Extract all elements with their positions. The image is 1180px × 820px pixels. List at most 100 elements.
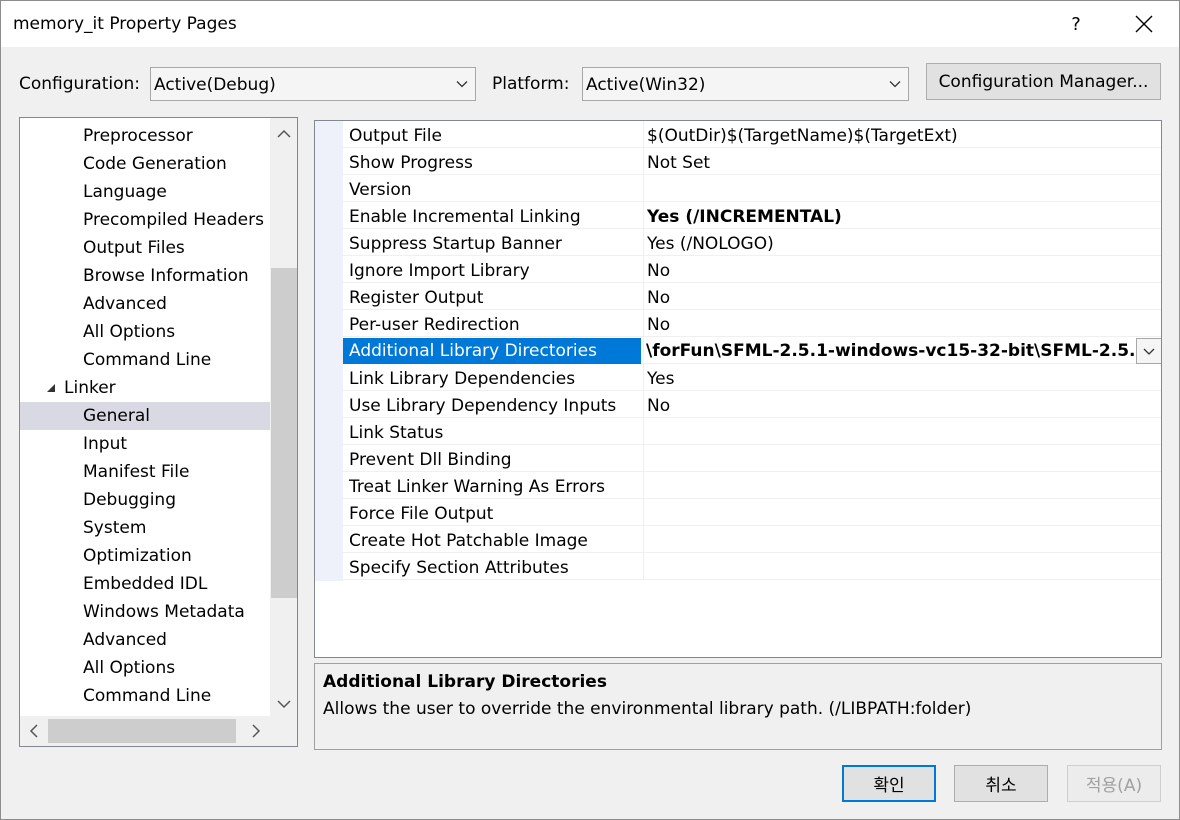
chevron-down-icon (889, 81, 901, 88)
horizontal-scroll-thumb[interactable] (48, 719, 236, 743)
property-row[interactable]: Register Output No (343, 283, 1161, 310)
property-row[interactable]: Create Hot Patchable Image (343, 526, 1161, 553)
configuration-manager-button[interactable]: Configuration Manager... (926, 63, 1161, 100)
property-row[interactable]: Use Library Dependency Inputs No (343, 391, 1161, 418)
cancel-button[interactable]: 취소 (954, 765, 1048, 802)
scroll-right-icon[interactable] (246, 721, 266, 741)
property-name: Enable Incremental Linking (349, 207, 581, 227)
tree-item[interactable]: Debugging (20, 486, 270, 514)
property-value-cell[interactable]: No (643, 283, 1161, 310)
property-value-cell[interactable]: Yes (/INCREMENTAL) (643, 202, 1161, 229)
tree-item-label: Command Line (83, 350, 212, 370)
help-button[interactable]: ? (1053, 1, 1099, 47)
tree-item[interactable]: Output Files (20, 234, 270, 262)
tree-item[interactable]: Precompiled Headers (20, 206, 270, 234)
property-value-cell[interactable] (643, 418, 1161, 445)
property-value: No (647, 261, 671, 281)
property-row[interactable]: Force File Output (343, 499, 1161, 526)
tree-horizontal-scrollbar[interactable] (20, 716, 297, 746)
property-row-selected[interactable]: Additional Library Directories \forFun\SF… (343, 337, 1161, 364)
property-value-input[interactable]: \forFun\SFML-2.5.1-windows-vc15-32-bit\S… (644, 338, 1136, 364)
property-value: No (647, 396, 671, 416)
close-button[interactable] (1121, 1, 1167, 47)
tree-item[interactable]: Manifest File (20, 458, 270, 486)
property-row[interactable]: Link Library Dependencies Yes (343, 364, 1161, 391)
tree-item[interactable]: Command Line (20, 682, 270, 710)
tree-item[interactable]: Input (20, 430, 270, 458)
tree-vertical-scrollbar[interactable] (270, 118, 297, 716)
tree-item[interactable]: All Options (20, 318, 270, 346)
chevron-down-icon (1143, 348, 1155, 355)
property-value-cell[interactable]: Not Set (643, 148, 1161, 175)
tree-item[interactable]: Linker (20, 374, 270, 402)
configuration-dropdown[interactable]: Active(Debug) (150, 67, 476, 101)
property-name: Additional Library Directories (343, 338, 641, 364)
tree-item[interactable]: Language (20, 178, 270, 206)
platform-value: Active(Win32) (586, 75, 706, 95)
configuration-value: Active(Debug) (154, 75, 276, 95)
tree-item-label: Manifest File (83, 462, 190, 482)
tree-item[interactable]: Code Generation (20, 150, 270, 178)
tree-item[interactable]: Command Line (20, 346, 270, 374)
tree-item-selected[interactable]: General (20, 402, 270, 430)
cancel-label: 취소 (985, 776, 1017, 796)
scroll-down-icon[interactable] (274, 694, 294, 714)
property-name: Version (349, 180, 412, 200)
tree-item-label: Command Line (83, 686, 212, 706)
property-value-cell[interactable] (643, 499, 1161, 526)
property-row[interactable]: Specify Section Attributes (343, 553, 1161, 580)
property-row[interactable]: Prevent Dll Binding (343, 445, 1161, 472)
tree-item[interactable]: Embedded IDL (20, 570, 270, 598)
tree-item[interactable]: System (20, 514, 270, 542)
tree-item[interactable]: All Options (20, 654, 270, 682)
property-value-cell[interactable]: Yes (643, 364, 1161, 391)
tree-item[interactable]: Advanced (20, 626, 270, 654)
property-name: Ignore Import Library (349, 261, 530, 281)
property-value-cell[interactable] (643, 472, 1161, 499)
scroll-left-icon[interactable] (24, 721, 44, 741)
property-value-cell[interactable]: No (643, 310, 1161, 337)
property-value-cell[interactable] (643, 445, 1161, 472)
help-icon: ? (1071, 13, 1081, 35)
expanded-triangle-icon[interactable] (46, 383, 56, 393)
property-value-cell[interactable]: \forFun\SFML-2.5.1-windows-vc15-32-bit\S… (643, 337, 1161, 364)
tree-item[interactable]: Preprocessor (20, 122, 270, 150)
property-value-cell[interactable] (643, 526, 1161, 553)
ok-button[interactable]: 확인 (842, 765, 936, 802)
property-row[interactable]: Output File $(OutDir)$(TargetName)$(Targe… (343, 121, 1161, 148)
property-value-cell[interactable] (643, 553, 1161, 580)
property-row[interactable]: Show Progress Not Set (343, 148, 1161, 175)
property-row[interactable]: Ignore Import Library No (343, 256, 1161, 283)
property-name: Create Hot Patchable Image (349, 531, 588, 551)
close-icon (1135, 15, 1153, 33)
property-name: Suppress Startup Banner (349, 234, 562, 254)
property-name: Specify Section Attributes (349, 558, 569, 578)
property-value-cell[interactable]: $(OutDir)$(TargetName)$(TargetExt) (643, 121, 1161, 148)
property-row[interactable]: Treat Linker Warning As Errors (343, 472, 1161, 499)
property-row[interactable]: Version (343, 175, 1161, 202)
property-value-cell[interactable]: No (643, 256, 1161, 283)
property-value-cell[interactable]: Yes (/NOLOGO) (643, 229, 1161, 256)
property-row[interactable]: Enable Incremental Linking Yes (/INCREMEN… (343, 202, 1161, 229)
tree-item[interactable]: Optimization (20, 542, 270, 570)
scroll-up-icon[interactable] (274, 124, 294, 144)
category-tree: Preprocessor Code Generation Language Preco… (19, 117, 298, 747)
property-value-cell[interactable]: No (643, 391, 1161, 418)
property-value: Yes (/INCREMENTAL) (647, 207, 842, 227)
property-row[interactable]: Suppress Startup Banner Yes (/NOLOGO) (343, 229, 1161, 256)
tree-item[interactable]: Browse Information (20, 262, 270, 290)
property-value-cell[interactable] (643, 175, 1161, 202)
tree-item[interactable]: Windows Metadata (20, 598, 270, 626)
property-row[interactable]: Link Status (343, 418, 1161, 445)
property-row[interactable]: Per-user Redirection No (343, 310, 1161, 337)
platform-label: Platform: (492, 74, 570, 94)
value-dropdown-button[interactable] (1136, 338, 1161, 364)
tree-item[interactable]: Advanced (20, 290, 270, 318)
description-panel: Additional Library Directories Allows th… (314, 663, 1162, 750)
property-name: Register Output (349, 288, 484, 308)
vertical-scroll-thumb[interactable] (271, 268, 297, 598)
ok-label: 확인 (873, 776, 905, 796)
platform-dropdown[interactable]: Active(Win32) (582, 67, 909, 101)
title-bar: memory_it Property Pages ? (1, 1, 1179, 47)
property-value: No (647, 315, 671, 335)
